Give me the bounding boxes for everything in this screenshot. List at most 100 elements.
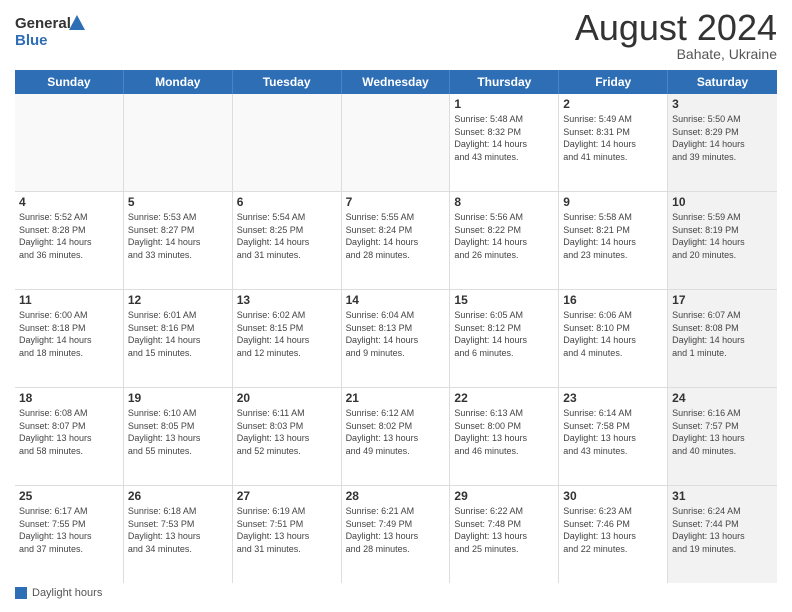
day-number-9: 9 — [563, 195, 663, 209]
page: General Blue August 2024 Bahate, Ukraine… — [0, 0, 792, 612]
day-number-29: 29 — [454, 489, 554, 503]
day-info-31: Sunrise: 6:24 AMSunset: 7:44 PMDaylight:… — [672, 505, 773, 555]
day-info-29: Sunrise: 6:22 AMSunset: 7:48 PMDaylight:… — [454, 505, 554, 555]
calendar-row-4: 25 Sunrise: 6:17 AMSunset: 7:55 PMDayligh… — [15, 486, 777, 583]
day-info-8: Sunrise: 5:56 AMSunset: 8:22 PMDaylight:… — [454, 211, 554, 261]
header-day-friday: Friday — [559, 70, 668, 94]
day-info-22: Sunrise: 6:13 AMSunset: 8:00 PMDaylight:… — [454, 407, 554, 457]
header-day-thursday: Thursday — [450, 70, 559, 94]
header: General Blue August 2024 Bahate, Ukraine — [15, 10, 777, 62]
day-number-18: 18 — [19, 391, 119, 405]
empty-cell-0-2 — [233, 94, 342, 191]
day-number-6: 6 — [237, 195, 337, 209]
day-number-10: 10 — [672, 195, 773, 209]
day-cell-20: 20 Sunrise: 6:11 AMSunset: 8:03 PMDayligh… — [233, 388, 342, 485]
day-cell-13: 13Sunrise: 6:02 AMSunset: 8:15 PMDayligh… — [233, 290, 342, 387]
day-cell-3: 3 Sunrise: 5:50 AMSunset: 8:29 PMDaylight… — [668, 94, 777, 191]
day-cell-10: 10Sunrise: 5:59 AMSunset: 8:19 PMDayligh… — [668, 192, 777, 289]
day-info-2: Sunrise: 5:49 AMSunset: 8:31 PMDaylight:… — [563, 113, 663, 163]
day-number-5: 5 — [128, 195, 228, 209]
calendar-header: SundayMondayTuesdayWednesdayThursdayFrid… — [15, 70, 777, 94]
day-info-19: Sunrise: 6:10 AMSunset: 8:05 PMDaylight:… — [128, 407, 228, 457]
day-cell-31: 31 Sunrise: 6:24 AMSunset: 7:44 PMDayligh… — [668, 486, 777, 583]
day-info-15: Sunrise: 6:05 AMSunset: 8:12 PMDaylight:… — [454, 309, 554, 359]
day-info-12: Sunrise: 6:01 AMSunset: 8:16 PMDaylight:… — [128, 309, 228, 359]
day-number-3: 3 — [672, 97, 773, 111]
day-info-18: Sunrise: 6:08 AMSunset: 8:07 PMDaylight:… — [19, 407, 119, 457]
day-cell-12: 12 Sunrise: 6:01 AMSunset: 8:16 PMDayligh… — [124, 290, 233, 387]
day-info-11: Sunrise: 6:00 AMSunset: 8:18 PMDaylight:… — [19, 309, 119, 359]
day-info-20: Sunrise: 6:11 AMSunset: 8:03 PMDaylight:… — [237, 407, 337, 457]
day-cell-29: 29 Sunrise: 6:22 AMSunset: 7:48 PMDayligh… — [450, 486, 559, 583]
day-cell-15: 15 Sunrise: 6:05 AMSunset: 8:12 PMDayligh… — [450, 290, 559, 387]
day-number-16: 16 — [563, 293, 663, 307]
day-info-16: Sunrise: 6:06 AMSunset: 8:10 PMDaylight:… — [563, 309, 663, 359]
day-cell-28: 28Sunrise: 6:21 AMSunset: 7:49 PMDayligh… — [342, 486, 451, 583]
day-cell-19: 19 Sunrise: 6:10 AMSunset: 8:05 PMDayligh… — [124, 388, 233, 485]
calendar-row-1: 4 Sunrise: 5:52 AMSunset: 8:28 PMDaylight… — [15, 192, 777, 290]
day-info-17: Sunrise: 6:07 AMSunset: 8:08 PMDaylight:… — [672, 309, 773, 359]
day-number-31: 31 — [672, 489, 773, 503]
day-number-28: 28 — [346, 489, 446, 503]
header-day-saturday: Saturday — [668, 70, 777, 94]
day-info-30: Sunrise: 6:23 AMSunset: 7:46 PMDaylight:… — [563, 505, 663, 555]
day-cell-1: 1Sunrise: 5:48 AMSunset: 8:32 PMDaylight… — [450, 94, 559, 191]
header-day-wednesday: Wednesday — [342, 70, 451, 94]
day-info-7: Sunrise: 5:55 AMSunset: 8:24 PMDaylight:… — [346, 211, 446, 261]
day-info-6: Sunrise: 5:54 AMSunset: 8:25 PMDaylight:… — [237, 211, 337, 261]
empty-cell-0-3 — [342, 94, 451, 191]
day-cell-22: 22 Sunrise: 6:13 AMSunset: 8:00 PMDayligh… — [450, 388, 559, 485]
day-cell-8: 8 Sunrise: 5:56 AMSunset: 8:22 PMDaylight… — [450, 192, 559, 289]
day-info-14: Sunrise: 6:04 AMSunset: 8:13 PMDaylight:… — [346, 309, 446, 359]
day-number-25: 25 — [19, 489, 119, 503]
day-number-15: 15 — [454, 293, 554, 307]
day-number-19: 19 — [128, 391, 228, 405]
day-cell-21: 21Sunrise: 6:12 AMSunset: 8:02 PMDayligh… — [342, 388, 451, 485]
day-cell-24: 24 Sunrise: 6:16 AMSunset: 7:57 PMDayligh… — [668, 388, 777, 485]
daylight-legend: Daylight hours — [15, 587, 102, 599]
day-number-27: 27 — [237, 489, 337, 503]
day-cell-6: 6 Sunrise: 5:54 AMSunset: 8:25 PMDaylight… — [233, 192, 342, 289]
day-number-7: 7 — [346, 195, 446, 209]
day-number-24: 24 — [672, 391, 773, 405]
daylight-dot — [15, 587, 27, 599]
day-cell-18: 18 Sunrise: 6:08 AMSunset: 8:07 PMDayligh… — [15, 388, 124, 485]
day-number-4: 4 — [19, 195, 119, 209]
day-info-3: Sunrise: 5:50 AMSunset: 8:29 PMDaylight:… — [672, 113, 773, 163]
day-number-22: 22 — [454, 391, 554, 405]
day-cell-27: 27 Sunrise: 6:19 AMSunset: 7:51 PMDayligh… — [233, 486, 342, 583]
calendar: SundayMondayTuesdayWednesdayThursdayFrid… — [15, 70, 777, 583]
day-cell-26: 26 Sunrise: 6:18 AMSunset: 7:53 PMDayligh… — [124, 486, 233, 583]
svg-text:General: General — [15, 15, 71, 32]
header-day-tuesday: Tuesday — [233, 70, 342, 94]
day-number-20: 20 — [237, 391, 337, 405]
day-info-23: Sunrise: 6:14 AMSunset: 7:58 PMDaylight:… — [563, 407, 663, 457]
day-info-26: Sunrise: 6:18 AMSunset: 7:53 PMDaylight:… — [128, 505, 228, 555]
day-cell-16: 16 Sunrise: 6:06 AMSunset: 8:10 PMDayligh… — [559, 290, 668, 387]
day-number-23: 23 — [563, 391, 663, 405]
day-info-1: Sunrise: 5:48 AMSunset: 8:32 PMDaylight:… — [454, 113, 554, 163]
day-cell-9: 9 Sunrise: 5:58 AMSunset: 8:21 PMDaylight… — [559, 192, 668, 289]
day-number-17: 17 — [672, 293, 773, 307]
logo-svg: General Blue — [15, 10, 85, 50]
day-info-27: Sunrise: 6:19 AMSunset: 7:51 PMDaylight:… — [237, 505, 337, 555]
day-cell-7: 7 Sunrise: 5:55 AMSunset: 8:24 PMDaylight… — [342, 192, 451, 289]
day-number-21: 21 — [346, 391, 446, 405]
day-info-9: Sunrise: 5:58 AMSunset: 8:21 PMDaylight:… — [563, 211, 663, 261]
day-number-14: 14 — [346, 293, 446, 307]
day-number-8: 8 — [454, 195, 554, 209]
calendar-body: 1Sunrise: 5:48 AMSunset: 8:32 PMDaylight… — [15, 94, 777, 583]
day-info-4: Sunrise: 5:52 AMSunset: 8:28 PMDaylight:… — [19, 211, 119, 261]
day-number-26: 26 — [128, 489, 228, 503]
month-year-title: August 2024 — [575, 10, 777, 46]
day-info-13: Sunrise: 6:02 AMSunset: 8:15 PMDaylight:… — [237, 309, 337, 359]
day-number-12: 12 — [128, 293, 228, 307]
day-number-30: 30 — [563, 489, 663, 503]
day-number-11: 11 — [19, 293, 119, 307]
calendar-row-0: 1Sunrise: 5:48 AMSunset: 8:32 PMDaylight… — [15, 94, 777, 192]
empty-cell-0-1 — [124, 94, 233, 191]
day-cell-23: 23 Sunrise: 6:14 AMSunset: 7:58 PMDayligh… — [559, 388, 668, 485]
day-info-24: Sunrise: 6:16 AMSunset: 7:57 PMDaylight:… — [672, 407, 773, 457]
logo: General Blue — [15, 10, 85, 50]
day-info-25: Sunrise: 6:17 AMSunset: 7:55 PMDaylight:… — [19, 505, 119, 555]
